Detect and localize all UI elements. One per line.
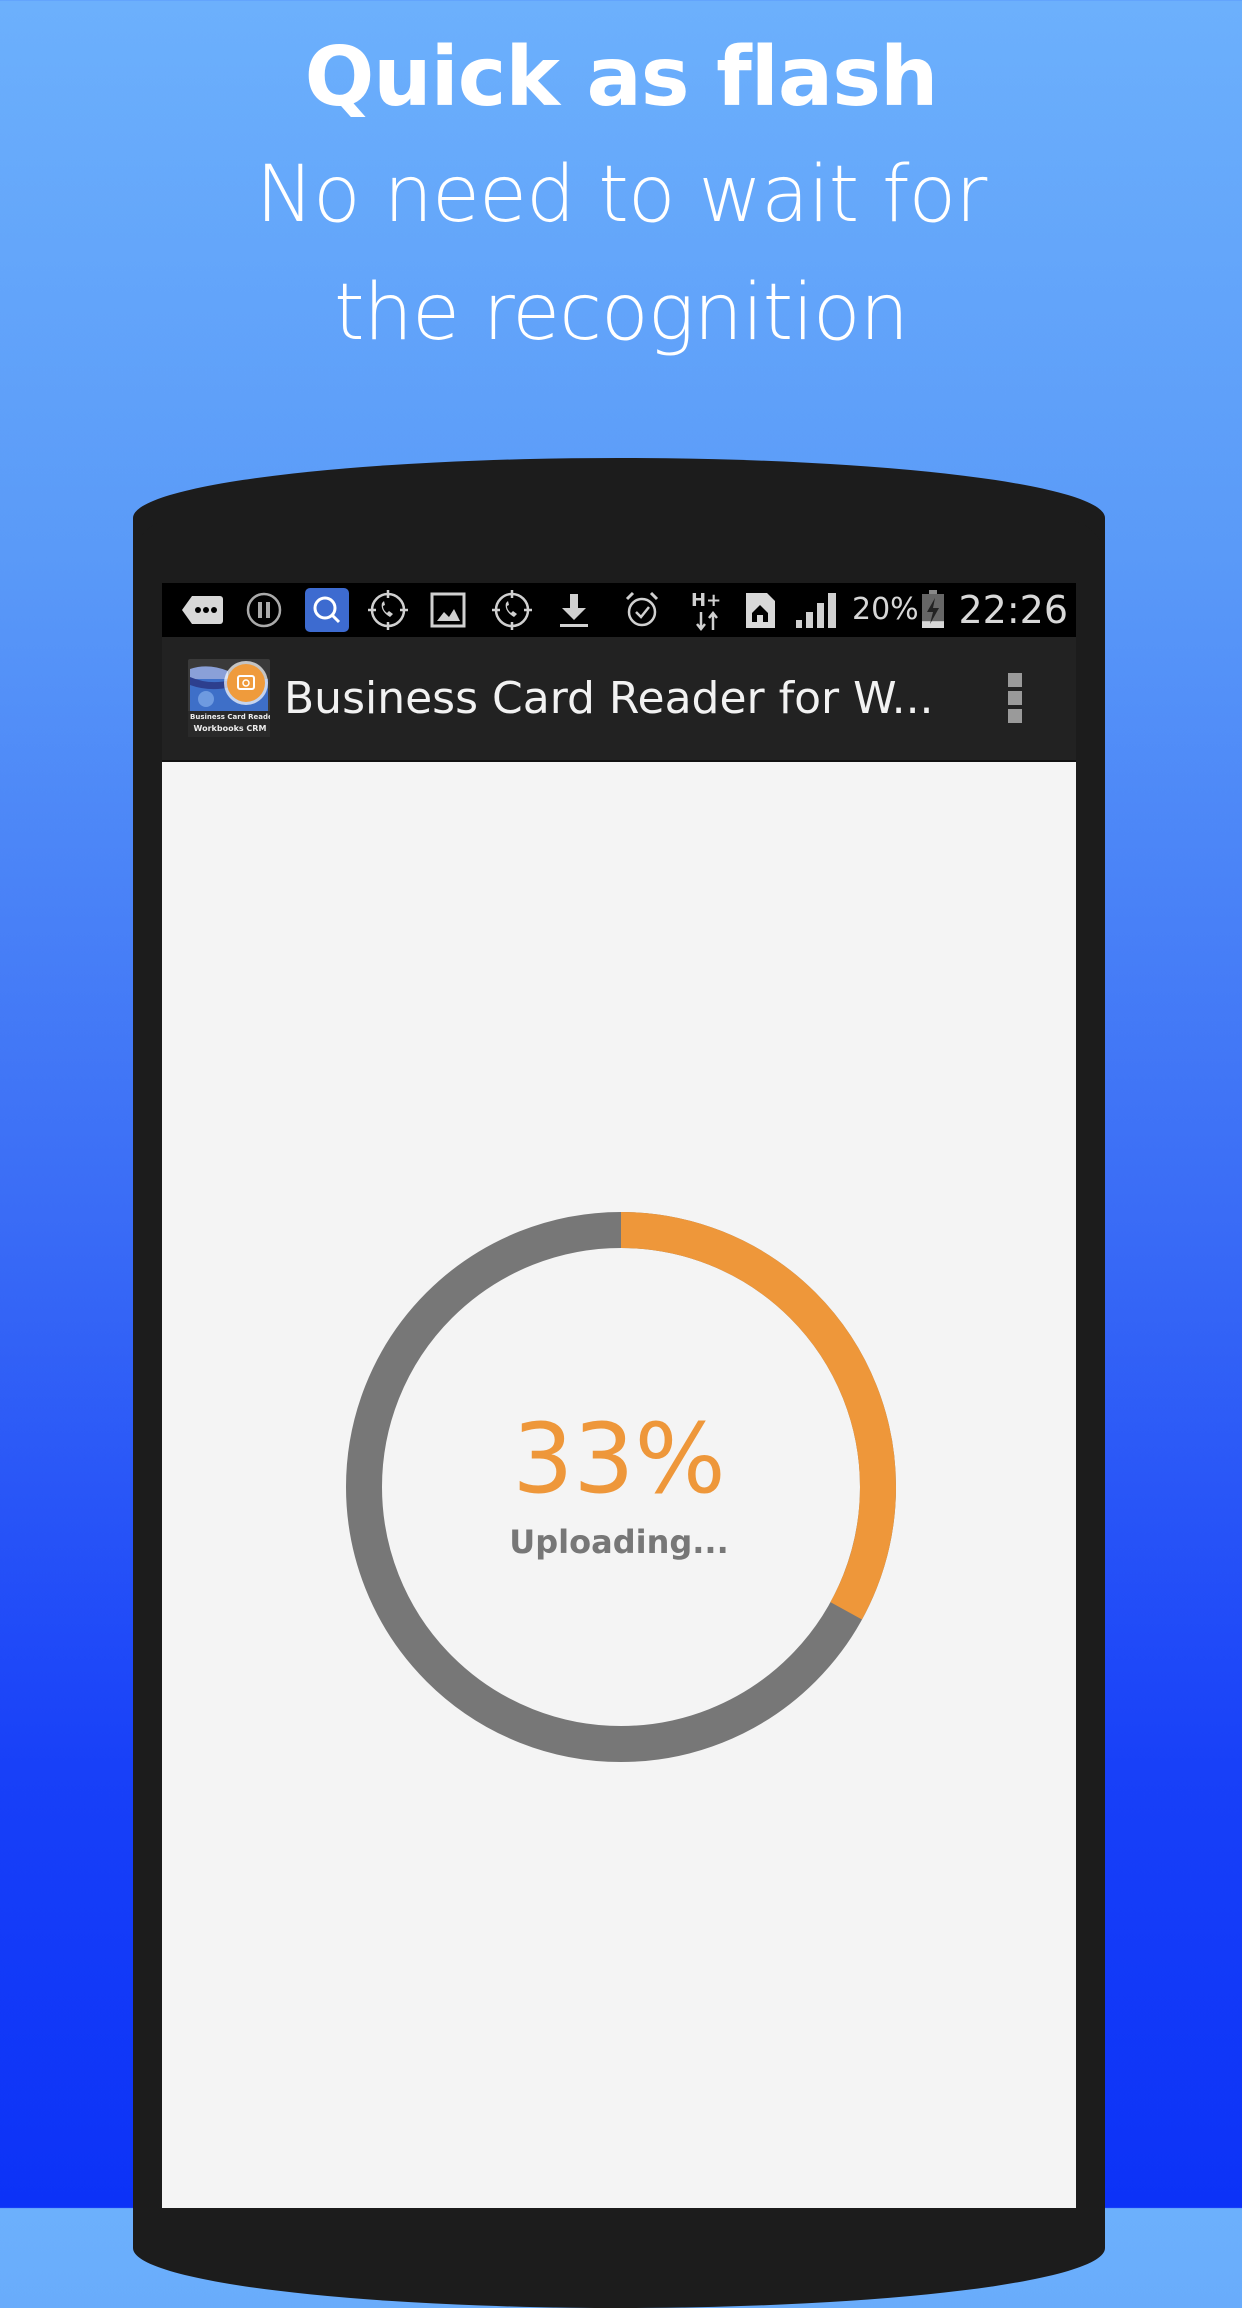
- progress-percent: 33%: [512, 1403, 726, 1515]
- promo-subline-1: No need to wait for: [255, 150, 988, 240]
- progress-status: Uploading...: [509, 1523, 729, 1561]
- progress-ring: [346, 1212, 896, 1762]
- promo-subline-2: the recognition: [333, 268, 909, 358]
- phone-screen: H+ 20% 22:26 Business Card Reader Workbo…: [162, 583, 1076, 2208]
- promo-headline: Quick as flash: [304, 30, 939, 125]
